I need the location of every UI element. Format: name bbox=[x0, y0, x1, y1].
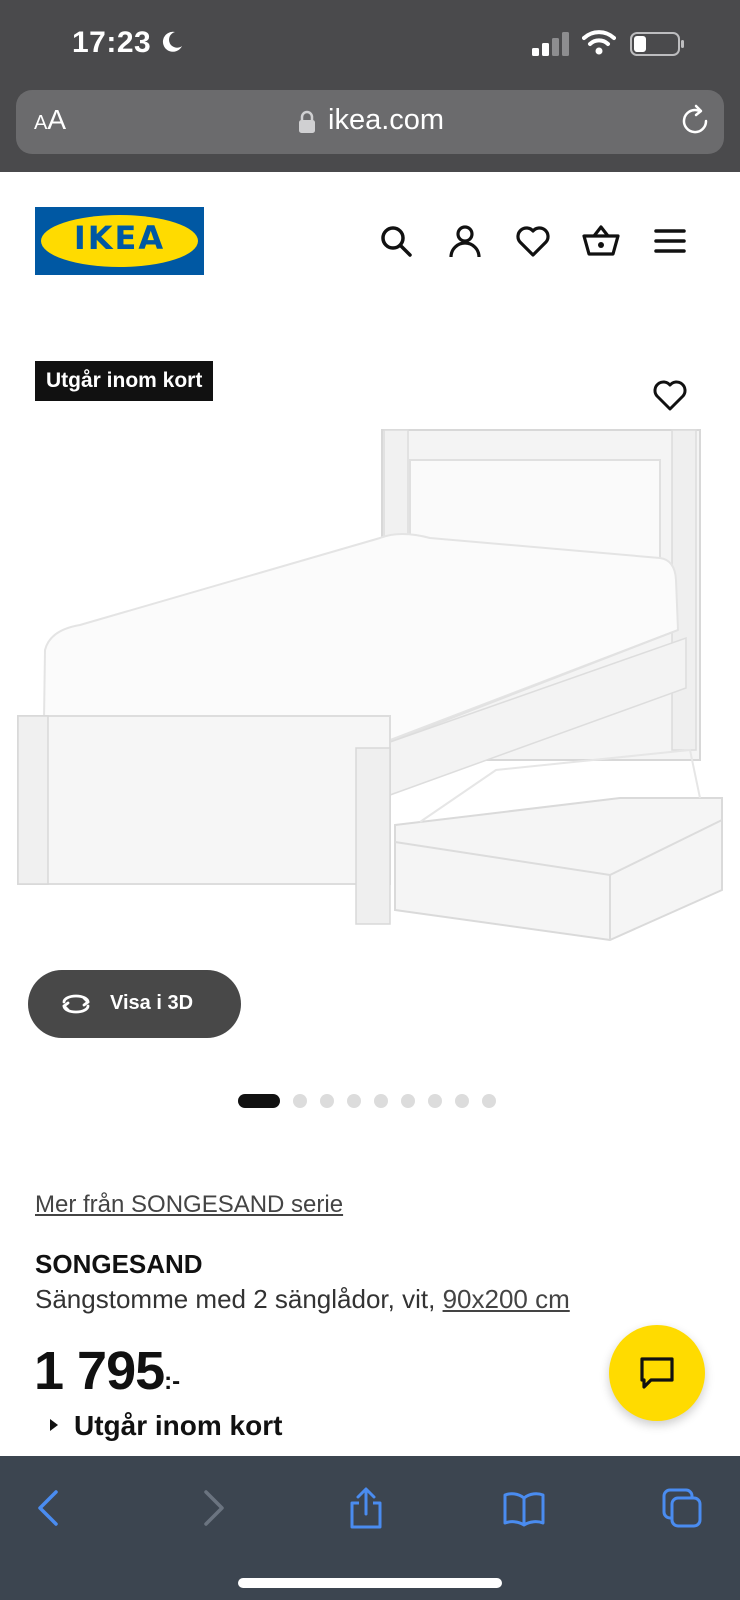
browser-top-bar: 17:23 AA ikea.com bbox=[0, 0, 740, 172]
search-icon[interactable] bbox=[377, 222, 415, 260]
logo-text: IKEA bbox=[73, 219, 166, 257]
favorite-heart-icon[interactable] bbox=[652, 378, 688, 412]
chat-icon bbox=[640, 1357, 674, 1389]
share-icon[interactable] bbox=[344, 1486, 388, 1530]
home-indicator bbox=[238, 1578, 502, 1588]
gallery-dot[interactable] bbox=[374, 1094, 388, 1108]
status-time: 17:23 bbox=[72, 26, 152, 59]
product-name: SONGESAND bbox=[35, 1249, 203, 1279]
chat-button[interactable] bbox=[609, 1325, 705, 1421]
availability-text: Utgår inom kort bbox=[74, 1410, 283, 1441]
expand-triangle-icon bbox=[50, 1418, 58, 1431]
gallery-pagination[interactable] bbox=[238, 1093, 496, 1109]
price-value: 1 795 bbox=[34, 1341, 165, 1401]
size-link[interactable]: 90x200 cm bbox=[443, 1284, 570, 1314]
product-description-text: Sängstomme med 2 sänglådor, vit, bbox=[35, 1284, 436, 1314]
battery-icon bbox=[630, 32, 684, 56]
gallery-dot[interactable] bbox=[347, 1094, 361, 1108]
product-description: Sängstomme med 2 sänglådor, vit, 90x200 … bbox=[35, 1284, 570, 1315]
view-in-3d-label: Visa i 3D bbox=[110, 992, 194, 1014]
text-size-button[interactable]: AA bbox=[34, 104, 66, 136]
ikea-logo[interactable]: IKEA bbox=[35, 207, 204, 275]
wifi-icon bbox=[582, 30, 616, 55]
view-in-3d-button[interactable]: Visa i 3D bbox=[28, 970, 241, 1038]
moon-icon bbox=[162, 31, 182, 52]
cellular-signal-icon bbox=[532, 32, 569, 56]
reload-icon[interactable] bbox=[678, 104, 712, 138]
account-icon[interactable] bbox=[446, 222, 484, 260]
url-domain[interactable]: ikea.com bbox=[328, 104, 444, 137]
gallery-dot-active[interactable] bbox=[238, 1094, 280, 1108]
discontinued-badge: Utgår inom kort bbox=[35, 361, 214, 401]
bookmarks-icon[interactable] bbox=[502, 1486, 546, 1530]
lock-icon bbox=[299, 110, 315, 133]
product-image-bed[interactable] bbox=[0, 420, 740, 980]
gallery-dot[interactable] bbox=[320, 1094, 334, 1108]
price-suffix: :- bbox=[164, 1368, 181, 1395]
gallery-dot[interactable] bbox=[455, 1094, 469, 1108]
forward-icon[interactable] bbox=[190, 1486, 234, 1530]
gallery-dot[interactable] bbox=[482, 1094, 496, 1108]
wishlist-heart-icon[interactable] bbox=[514, 222, 552, 260]
menu-icon[interactable] bbox=[651, 222, 689, 260]
gallery-dot[interactable] bbox=[428, 1094, 442, 1108]
gallery-dot[interactable] bbox=[401, 1094, 415, 1108]
url-bar[interactable]: AA ikea.com bbox=[16, 90, 724, 154]
availability-toggle[interactable]: Utgår inom kort bbox=[50, 1410, 282, 1442]
series-link[interactable]: Mer från SONGESAND serie bbox=[35, 1191, 343, 1219]
gallery-dot[interactable] bbox=[293, 1094, 307, 1108]
tabs-icon[interactable] bbox=[660, 1486, 704, 1530]
rotate-3d-icon bbox=[62, 994, 90, 1014]
shopping-basket-icon[interactable] bbox=[582, 222, 620, 260]
product-price: 1 795:- bbox=[34, 1340, 180, 1402]
back-icon[interactable] bbox=[28, 1486, 72, 1530]
